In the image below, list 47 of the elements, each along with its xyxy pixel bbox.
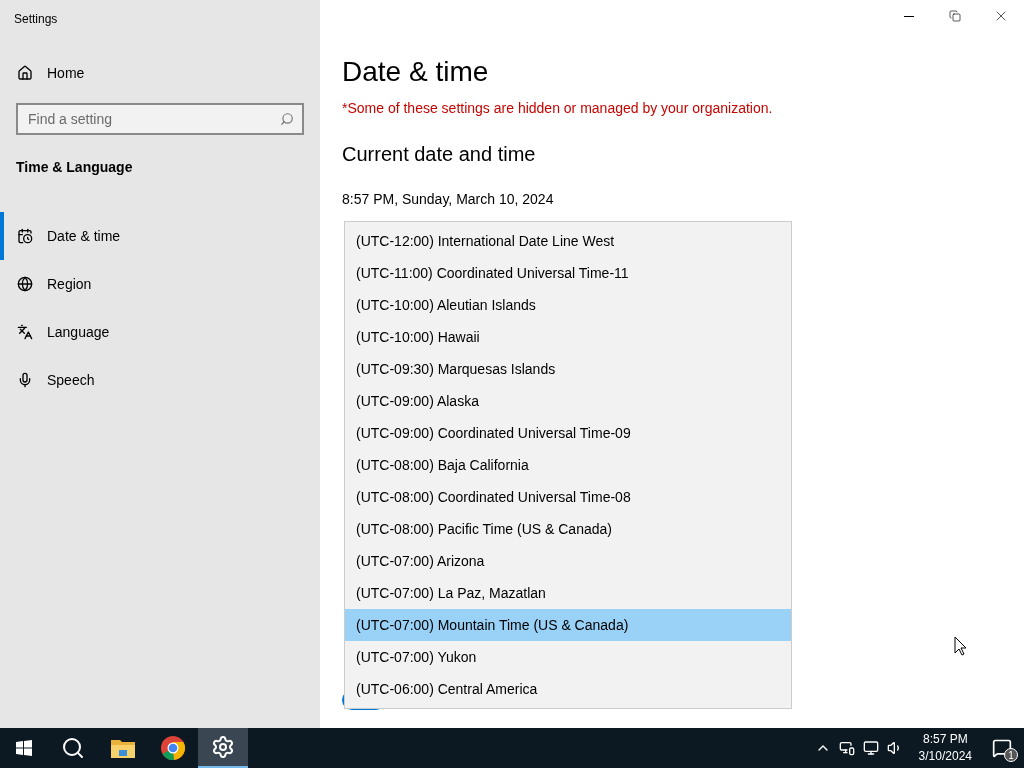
sidebar-item[interactable]: Region <box>0 260 320 308</box>
notification-button[interactable]: 1 <box>980 728 1024 768</box>
minimize-icon <box>904 15 914 17</box>
timezone-option[interactable]: (UTC-12:00) International Date Line West <box>345 225 791 257</box>
mouse-pointer-icon <box>954 636 967 656</box>
timezone-option[interactable]: (UTC-07:00) Mountain Time (US & Canada) <box>345 609 791 641</box>
timezone-option[interactable]: (UTC-08:00) Coordinated Universal Time-08 <box>345 481 791 513</box>
timezone-option[interactable]: (UTC-09:30) Marquesas Islands <box>345 353 791 385</box>
chrome-icon <box>161 736 185 760</box>
home-icon <box>17 65 33 81</box>
search-field[interactable]: Find a setting <box>16 103 304 135</box>
microphone-icon <box>17 372 33 388</box>
sidebar-item[interactable]: Speech <box>0 356 320 404</box>
home-link[interactable]: Home <box>0 57 320 89</box>
timezone-option[interactable]: (UTC-07:00) La Paz, Mazatlan <box>345 577 791 609</box>
gear-icon <box>211 735 235 759</box>
restore-icon <box>949 10 961 22</box>
timezone-option[interactable]: (UTC-10:00) Aleutian Islands <box>345 289 791 321</box>
timezone-option[interactable]: (UTC-06:00) Central America <box>345 673 791 705</box>
timezone-option[interactable]: (UTC-11:00) Coordinated Universal Time-11 <box>345 257 791 289</box>
current-date-time: 8:57 PM, Sunday, March 10, 2024 <box>342 190 555 209</box>
windows-logo-icon <box>16 740 32 756</box>
clock[interactable]: 8:57 PM 3/10/2024 <box>910 731 980 765</box>
timezone-option[interactable]: (UTC-09:00) Coordinated Universal Time-09 <box>345 417 791 449</box>
network-icon[interactable] <box>862 740 879 756</box>
timezone-option[interactable]: (UTC-08:00) Baja California <box>345 449 791 481</box>
device-icon[interactable] <box>838 740 855 756</box>
language-icon <box>17 324 33 340</box>
notification-badge: 1 <box>1004 748 1018 762</box>
calendar-icon <box>17 228 33 244</box>
search-icon <box>61 736 85 760</box>
page-title: Date & time <box>342 55 490 89</box>
notice-text: *Some of these settings are hidden or managed by your organization. <box>342 99 774 118</box>
timezone-option[interactable]: (UTC-10:00) Hawaii <box>345 321 791 353</box>
section-heading: Current date and time <box>342 142 537 167</box>
taskbar-app[interactable] <box>198 728 248 768</box>
folder-icon <box>111 738 135 758</box>
globe-icon <box>17 276 33 292</box>
timezone-option[interactable]: (UTC-07:00) Arizona <box>345 545 791 577</box>
window-title: Settings <box>13 11 59 28</box>
section-heading: Time & Language <box>15 158 134 177</box>
timezone-option[interactable]: (UTC-08:00) Pacific Time (US & Canada) <box>345 513 791 545</box>
message-icon <box>992 738 1012 758</box>
search-icon <box>280 112 294 126</box>
timezone-option[interactable]: (UTC-09:00) Alaska <box>345 385 791 417</box>
timezone-option[interactable]: (UTC-07:00) Yukon <box>345 641 791 673</box>
sidebar-item[interactable]: Language <box>0 308 320 356</box>
